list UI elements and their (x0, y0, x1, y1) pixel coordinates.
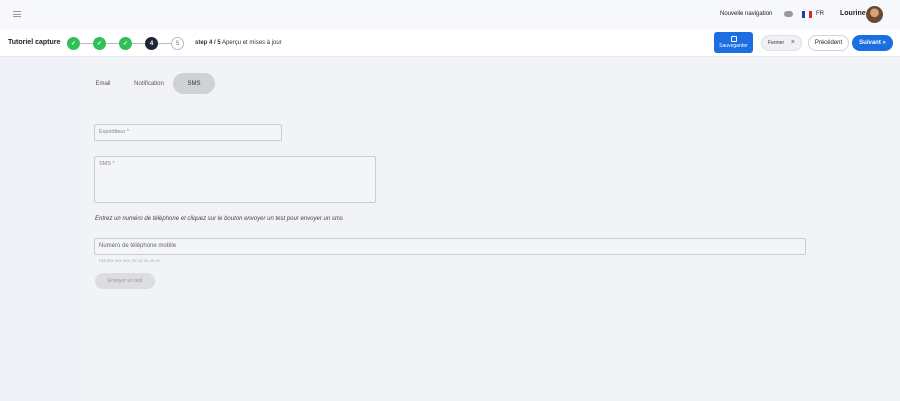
sms-label: SMS * (99, 161, 115, 167)
phone-input[interactable]: Numéro de téléphone mobile (94, 238, 806, 255)
phone-format-hint: +33 xxx xxx xxx, 0x xx xx xx xx (98, 258, 160, 263)
sms-textarea[interactable]: SMS * (94, 156, 376, 203)
top-bar: Nouvelle navigation FR Lourine (0, 0, 900, 30)
main-content (80, 57, 900, 401)
user-name[interactable]: Lourine (840, 10, 866, 17)
close-icon: × (790, 39, 795, 46)
tab-email[interactable]: Email (89, 73, 117, 94)
save-icon (730, 36, 737, 42)
sender-field[interactable]: Expéditeur * (94, 124, 282, 141)
french-flag-icon[interactable] (802, 11, 812, 18)
menu-icon[interactable] (13, 11, 21, 17)
step-5[interactable]: 5 (171, 37, 184, 50)
save-button[interactable]: Sauvegarder (714, 32, 753, 53)
tutorial-title: Tutoriel capture (8, 39, 61, 46)
next-button[interactable]: Suivant » (852, 35, 893, 51)
new-navigation-toggle[interactable] (784, 11, 793, 17)
previous-button[interactable]: Précédent (808, 35, 849, 51)
left-panel (0, 57, 80, 401)
close-label: Fermer (768, 40, 785, 46)
step-4[interactable]: 4 (145, 37, 158, 50)
send-test-button[interactable]: Envoyer un test (95, 273, 155, 289)
phone-placeholder: Numéro de téléphone mobile (99, 243, 177, 249)
step-1-check-icon[interactable]: ✓ (67, 37, 80, 50)
step-connector (158, 43, 171, 44)
step-connector (80, 43, 93, 44)
step-connector (106, 43, 119, 44)
new-navigation-label: Nouvelle navigation (720, 11, 773, 17)
close-button[interactable]: Fermer × (761, 35, 802, 51)
step-counter: step 4 / 5 (195, 40, 221, 46)
language-selector[interactable]: FR (816, 11, 824, 17)
step-2-check-icon[interactable]: ✓ (93, 37, 106, 50)
sender-label: Expéditeur * (99, 129, 129, 135)
step-connector (132, 43, 145, 44)
avatar[interactable] (866, 6, 883, 23)
step-3-check-icon[interactable]: ✓ (119, 37, 132, 50)
tab-notification[interactable]: Notification (126, 73, 172, 94)
save-label: Sauvegarder (719, 43, 748, 49)
help-text: Entrez un numéro de téléphone et cliquez… (95, 216, 343, 222)
stepper: ✓ ✓ ✓ 4 5 (67, 37, 184, 50)
tab-sms[interactable]: SMS (173, 73, 215, 94)
step-indicator: step 4 / 5 Aperçu et mises à jour (195, 40, 282, 46)
step-description: Aperçu et mises à jour (222, 40, 282, 46)
